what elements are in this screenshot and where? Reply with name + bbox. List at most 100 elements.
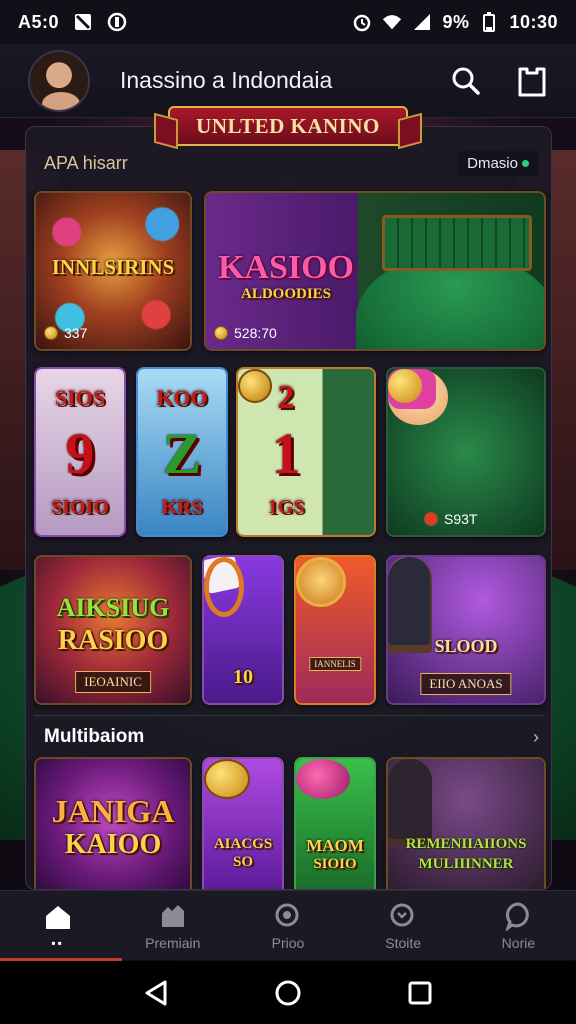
recents-icon: [408, 981, 432, 1004]
nav-premium-label: Premiain: [145, 934, 201, 951]
chat-icon: [505, 901, 530, 931]
tile-meta-value: 337: [64, 325, 88, 341]
prize-search-icon: [275, 903, 299, 926]
store-icon: [390, 903, 414, 926]
battery-icon: [479, 12, 499, 32]
game-tile-reel-1[interactable]: 2 1 1GS: [236, 367, 376, 537]
section-header-multi: Multibaiom ›: [26, 717, 551, 757]
reel-number: Z: [162, 421, 202, 486]
nav-store-label: Stoite: [385, 934, 422, 951]
reel-number: 9: [65, 421, 95, 486]
game-tile-reel-9[interactable]: SIOS 9 SIOIO: [34, 367, 126, 537]
tile-title: JANIGA: [51, 793, 175, 829]
home-circle-icon: [275, 980, 301, 1005]
casino-banner: UNLTED KANINO: [168, 106, 408, 146]
ticket-icon: [518, 67, 546, 96]
reel-number: 1: [271, 421, 301, 486]
game-tile-innlsirins[interactable]: INNLSIRINS 337: [34, 191, 192, 351]
nav-more-label: Norie: [501, 934, 536, 951]
tile-number: 10: [233, 666, 253, 688]
tickets-button[interactable]: [512, 61, 552, 101]
nav-premium[interactable]: Premiain: [115, 891, 230, 960]
game-tile-lion[interactable]: IANNELIS: [294, 555, 376, 705]
back-icon: [145, 980, 167, 1005]
tile-title: REMENIIAIIONS: [405, 836, 527, 852]
tile-plate: IANNELIS: [309, 657, 361, 671]
search-icon: [452, 67, 480, 95]
tile-title: AIACGS: [213, 836, 273, 852]
tile-plate: EIIO ANOAS: [420, 673, 512, 695]
game-tile-maom[interactable]: MAOM SIOIO: [294, 757, 376, 889]
tile-subtitle: KAIOO: [64, 829, 162, 860]
reel-top-label: KOO: [156, 385, 208, 410]
game-tile-reel-z[interactable]: KOO Z KRS: [136, 367, 228, 537]
sync-icon: [107, 12, 127, 32]
reel-top-label: SIOS: [54, 385, 106, 410]
tile-title: SLOOD: [434, 636, 498, 656]
nav-prize[interactable]: Prioo: [230, 891, 345, 960]
battery-percent: 9%: [442, 11, 470, 32]
wifi-icon: [382, 12, 402, 32]
tile-title: KASIOO: [217, 249, 355, 286]
demo-button-label: Dmasio: [467, 154, 518, 172]
back-button[interactable]: [138, 975, 174, 1011]
nav-home-dots-icon: ▪▪: [51, 935, 64, 950]
recents-button[interactable]: [402, 975, 438, 1011]
app-title: Inassino a Indondaia: [120, 67, 333, 93]
game-tile-dice[interactable]: 10: [202, 555, 284, 705]
section-divider: [34, 715, 543, 716]
section-title: APA hisarr: [44, 152, 128, 173]
tile-meta: S93T: [424, 511, 477, 527]
coin-icon: [44, 326, 58, 340]
reel-bottom-label: SIOIO: [51, 496, 109, 518]
game-tile-aiksiug[interactable]: AIKSIUG RASIOO IEOAINIC: [34, 555, 192, 705]
tile-title: AIKSIUG: [56, 593, 170, 622]
reel-bottom-label: 1GS: [267, 496, 305, 518]
system-nav-bar: [0, 961, 576, 1024]
nav-store[interactable]: Stoite: [346, 891, 461, 960]
status-time: A5:0: [18, 11, 60, 32]
game-tile-aiacgs[interactable]: AIACGS SO: [202, 757, 284, 889]
status-bar: A5:0 9% 10:30: [0, 0, 576, 44]
status-clock: 10:30: [509, 11, 558, 32]
coin-icon: [214, 326, 228, 340]
tile-plate: IEOAINIC: [75, 671, 151, 693]
demo-button[interactable]: Dmasio: [457, 150, 539, 176]
reel-bottom-label: KRS: [161, 496, 203, 518]
tile-subtitle: SIOIO: [313, 856, 357, 872]
reel-top-glyph-icon: 2: [277, 379, 295, 416]
avatar[interactable]: [28, 49, 90, 112]
section-title: Multibaiom: [44, 726, 145, 747]
premium-icon: [161, 904, 184, 927]
tile-subtitle: RASIOO: [57, 625, 169, 656]
tile-title: INNLSIRINS: [51, 255, 175, 279]
chevron-right-icon[interactable]: ›: [533, 727, 539, 748]
tile-meta: 337: [44, 325, 87, 341]
bottom-nav: ▪▪ Premiain Prioo Stoite Norie: [0, 890, 576, 960]
tile-subtitle: SO: [232, 854, 253, 870]
tile-meta-value: 528:70: [234, 325, 277, 341]
games-panel: APA hisarr Dmasio INNLSIRINS 337 KASIOO …: [25, 126, 552, 890]
home-button[interactable]: [270, 975, 306, 1011]
game-tile-slood[interactable]: SLOOD EIIO ANOAS: [386, 555, 546, 705]
tile-subtitle: ALDOODIES: [240, 286, 332, 302]
badge-icon: [424, 512, 438, 526]
section-header: APA hisarr Dmasio: [26, 143, 551, 183]
tile-meta-value: S93T: [444, 511, 478, 527]
signal-icon: [412, 12, 432, 32]
no-sim-icon: [73, 12, 93, 32]
status-dot-icon: [522, 159, 529, 167]
game-tile-mascot[interactable]: S93T: [386, 367, 546, 537]
alarm-icon: [352, 12, 372, 32]
home-icon: [45, 905, 70, 929]
game-tile-janiga[interactable]: JANIGA KAIOO: [34, 757, 192, 889]
game-tile-remeniiaiions[interactable]: REMENIIAIIONS MULIIINNER: [386, 757, 546, 889]
tile-title: MAOM: [306, 836, 364, 855]
game-tile-kasioo[interactable]: KASIOO ALDOODIES 528:70: [204, 191, 546, 351]
search-button[interactable]: [446, 61, 486, 101]
nav-home[interactable]: ▪▪: [0, 891, 115, 960]
nav-prize-label: Prioo: [271, 934, 305, 951]
nav-more[interactable]: Norie: [461, 891, 576, 960]
tile-subtitle: MULIIINNER: [418, 856, 514, 872]
tile-meta: 528:70: [214, 325, 277, 341]
